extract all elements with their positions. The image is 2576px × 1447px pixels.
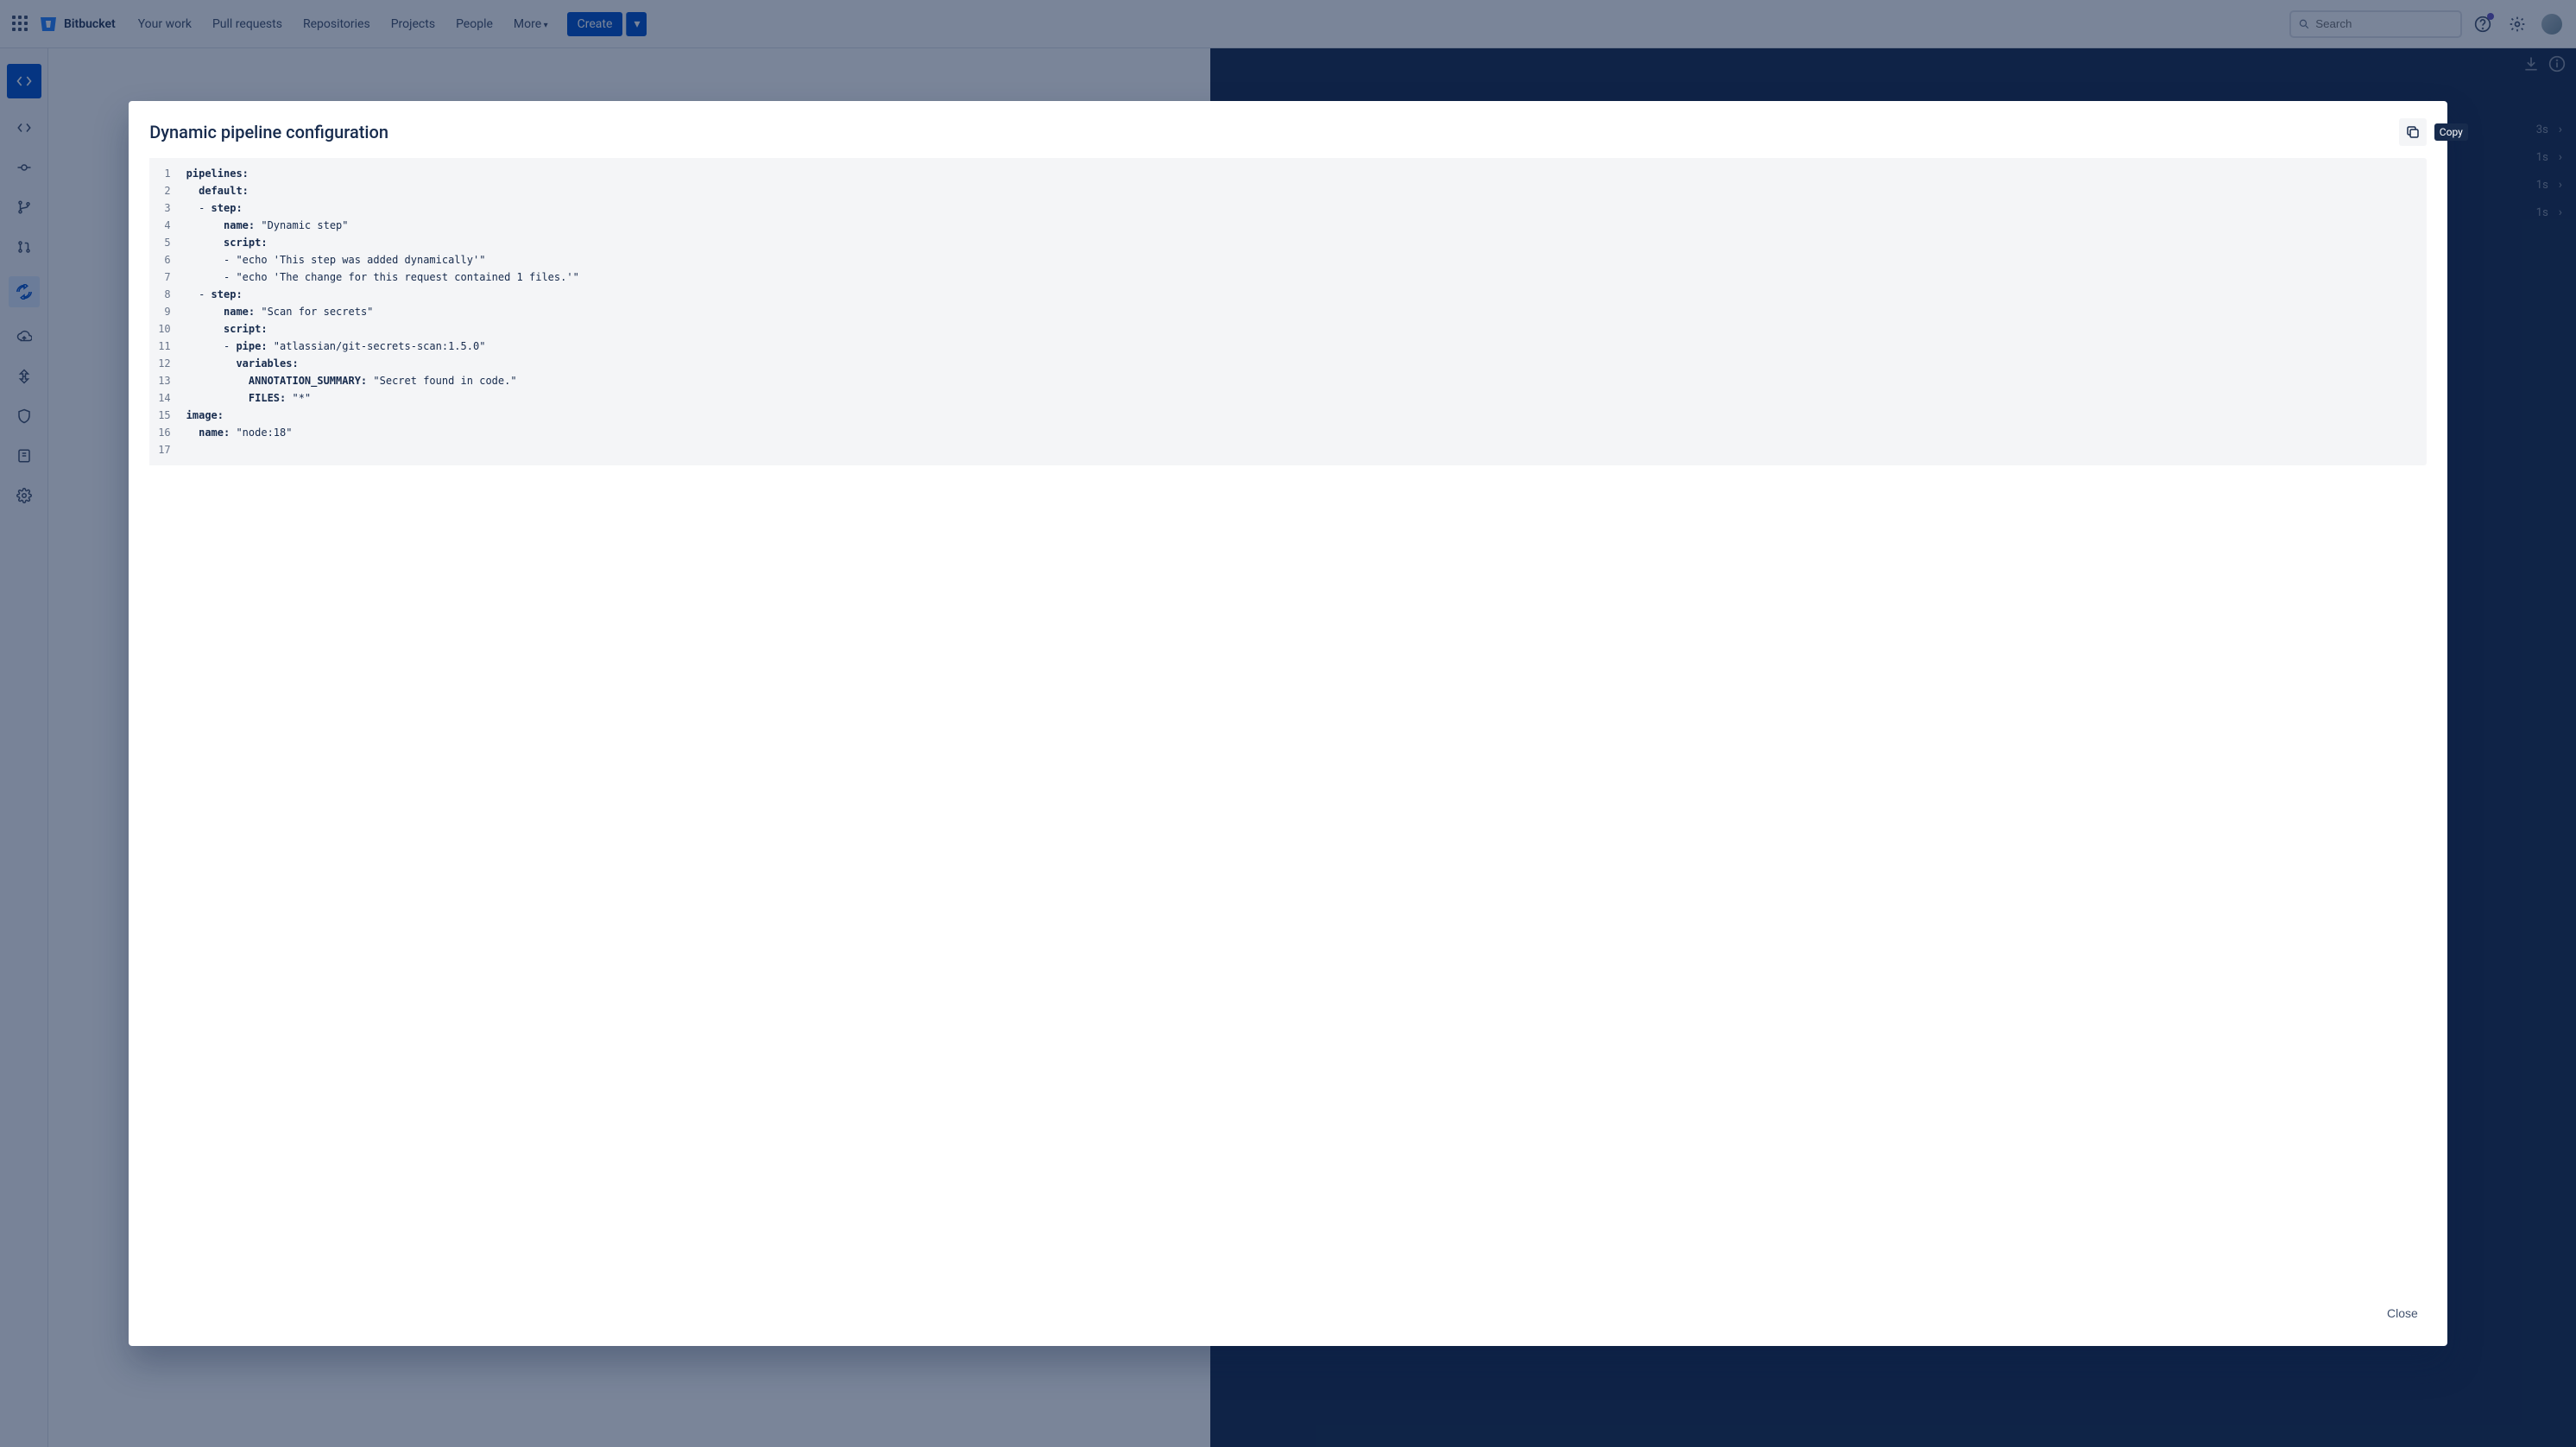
copy-icon [2405, 124, 2421, 140]
modal-title: Dynamic pipeline configuration [149, 122, 388, 142]
pipeline-config-modal: Dynamic pipeline configuration Copy 1234… [129, 101, 2447, 1345]
copy-tooltip: Copy [2434, 123, 2468, 141]
copy-button[interactable] [2399, 118, 2427, 146]
close-button[interactable]: Close [2378, 1301, 2427, 1325]
line-gutter: 1234567891011121314151617 [149, 158, 175, 465]
code-block: 1234567891011121314151617 pipelines: def… [149, 158, 2427, 465]
code-content[interactable]: pipelines: default: - step: name: "Dynam… [176, 158, 590, 465]
